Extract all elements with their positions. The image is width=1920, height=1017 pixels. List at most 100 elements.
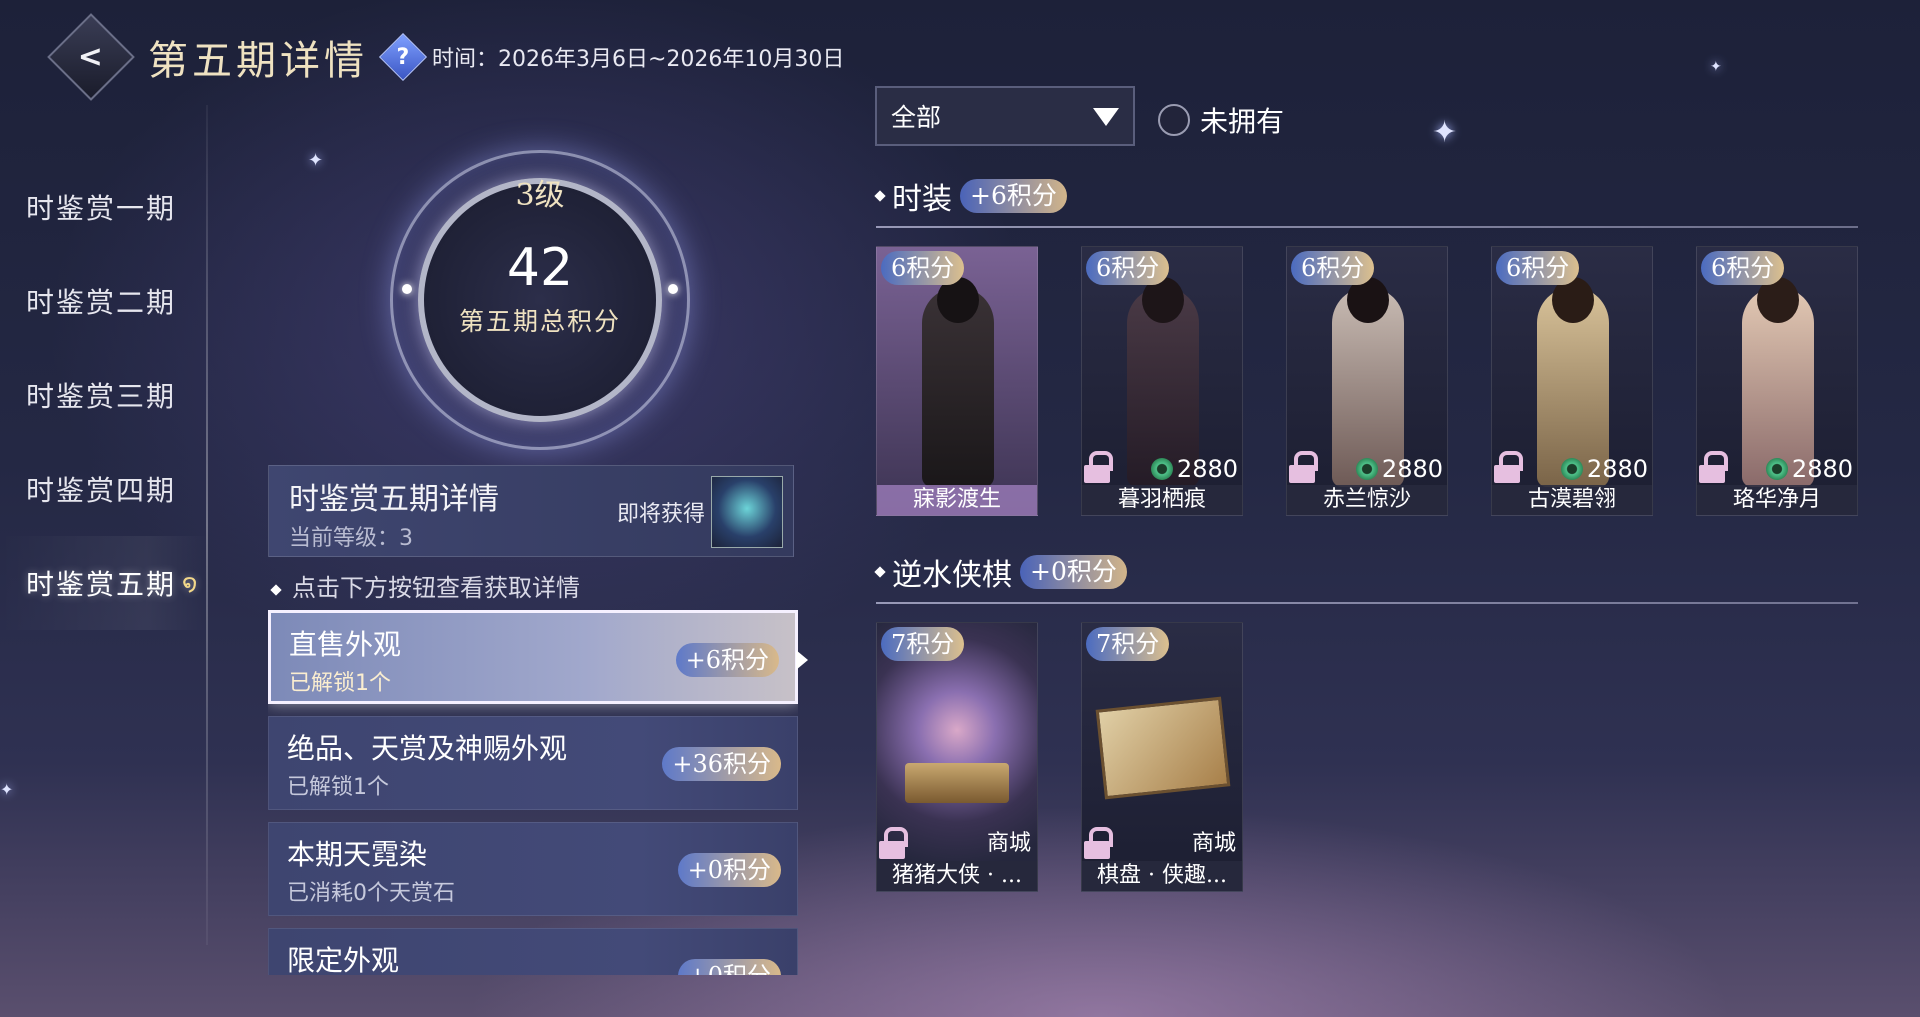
- price-value: 2880: [1381, 455, 1443, 483]
- item-name: 寐影渡生: [877, 485, 1037, 515]
- item-points-badge: 7积分: [1086, 627, 1170, 661]
- not-owned-toggle[interactable]: 未拥有: [1158, 100, 1284, 140]
- diamond-bullet-icon: [270, 583, 282, 596]
- total-score: 42: [506, 238, 574, 298]
- shop-source: 商城: [1191, 831, 1236, 856]
- hint-text: 点击下方按钮查看获取详情: [270, 568, 580, 603]
- item-name: 赤兰惊沙: [1287, 485, 1447, 515]
- item-price: 2880: [1355, 455, 1443, 483]
- source-title: 直售外观: [289, 628, 402, 661]
- period-time: 时间：2026年3月6日~2026年10月30日: [432, 47, 845, 72]
- level-label: 3级: [515, 178, 565, 213]
- season-detail-card[interactable]: 时鉴赏五期详情 当前等级：3 即将获得: [268, 465, 794, 557]
- source-item-limited[interactable]: 限定外观 +0积分: [268, 928, 798, 975]
- radio-icon[interactable]: [1158, 104, 1190, 136]
- item-points-badge: 6积分: [1291, 251, 1375, 285]
- diamond-bullet-icon: [874, 190, 886, 202]
- chessboard-shape: [1095, 696, 1231, 800]
- jade-currency-icon: [1765, 458, 1788, 480]
- price-value: 2880: [1586, 455, 1648, 483]
- category-filter-select[interactable]: 全部: [875, 86, 1135, 146]
- nav-item-season-2[interactable]: 时鉴赏二期: [0, 254, 210, 348]
- nav-item-season-3[interactable]: 时鉴赏三期: [0, 348, 210, 442]
- item-name: 珞华净月: [1697, 485, 1857, 515]
- nav-item-label: 时鉴赏三期: [26, 380, 177, 413]
- nav-item-season-1[interactable]: 时鉴赏一期: [0, 160, 210, 254]
- lock-icon: [1289, 451, 1318, 483]
- filter-selected-value: 全部: [891, 103, 942, 132]
- item-card[interactable]: 6积分 2880 珞华净月: [1696, 246, 1858, 516]
- section-divider: [876, 602, 1858, 604]
- item-card[interactable]: 6积分 2880 赤兰惊沙: [1286, 246, 1448, 516]
- points-badge: +0积分: [677, 853, 781, 887]
- nav-item-label: 时鉴赏五期: [26, 568, 177, 601]
- lock-icon: [1699, 451, 1728, 483]
- lock-icon: [1084, 451, 1113, 483]
- points-badge: +36积分: [662, 747, 781, 781]
- chest-shape: [905, 763, 1009, 803]
- nav-item-label: 时鉴赏二期: [26, 286, 177, 319]
- source-title: 本期天霓染: [287, 838, 428, 871]
- section-header-chess: 逆水侠棋 +0积分: [874, 550, 1127, 594]
- source-sub: 已消耗0个天赏石: [287, 881, 455, 906]
- shop-source: 商城: [986, 831, 1031, 856]
- item-name: 棋盘 · 侠趣...: [1082, 861, 1242, 891]
- nav-item-season-5[interactable]: 时鉴赏五期໑: [0, 536, 210, 630]
- item-name: 猪猪大侠 · ...: [877, 861, 1037, 891]
- source-title: 绝品、天赏及神赐外观: [287, 732, 568, 765]
- source-item-direct-sale[interactable]: 直售外观 已解锁1个 +6积分: [268, 610, 798, 704]
- item-price: 2880: [1150, 455, 1238, 483]
- nav-item-label: 时鉴赏一期: [26, 192, 177, 225]
- source-item-premium[interactable]: 绝品、天赏及神赐外观 已解锁1个 +36积分: [268, 716, 798, 810]
- points-source-list[interactable]: 直售外观 已解锁1个 +6积分 绝品、天赏及神赐外观 已解锁1个 +36积分 本…: [268, 610, 798, 975]
- hint-label: 点击下方按钮查看获取详情: [292, 574, 580, 602]
- section-title: 逆水侠棋: [892, 558, 1012, 593]
- upcoming-reward-label: 即将获得: [616, 502, 705, 527]
- item-points-badge: 7积分: [881, 627, 965, 661]
- lock-icon: [1494, 451, 1523, 483]
- star-decoration: ✦: [1710, 59, 1722, 75]
- page-title: 第五期详情: [148, 38, 368, 84]
- chevron-down-icon: [1093, 108, 1119, 126]
- star-decoration: ✦: [308, 150, 324, 171]
- upcoming-reward-thumbnail[interactable]: [711, 476, 783, 548]
- diamond-bullet-icon: [874, 566, 886, 578]
- inner-ring: [418, 178, 662, 422]
- season-nav: 时鉴赏一期 时鉴赏二期 时鉴赏三期 时鉴赏四期 时鉴赏五期໑: [0, 160, 210, 630]
- nav-item-season-4[interactable]: 时鉴赏四期: [0, 442, 210, 536]
- item-points-badge: 6积分: [1701, 251, 1785, 285]
- item-card[interactable]: 7积分 商城 猪猪大侠 · ...: [876, 622, 1038, 892]
- fashion-card-row: 6积分 寐影渡生 6积分 2880 暮羽栖痕 6积分 2880 赤兰惊沙 6积分…: [876, 246, 1858, 516]
- item-card[interactable]: 6积分 寐影渡生: [876, 246, 1038, 516]
- item-card[interactable]: 7积分 商城 棋盘 · 侠趣...: [1081, 622, 1243, 892]
- item-points-badge: 6积分: [1086, 251, 1170, 285]
- source-item-dye[interactable]: 本期天霓染 已消耗0个天赏石 +0积分: [268, 822, 798, 916]
- points-badge: +6积分: [675, 643, 779, 677]
- item-points-badge: 6积分: [881, 251, 965, 285]
- star-decoration: ✦: [1432, 115, 1458, 150]
- back-button[interactable]: <: [47, 13, 135, 101]
- source-sub: 已解锁1个: [289, 671, 391, 696]
- jade-currency-icon: [1560, 458, 1583, 480]
- item-name: 古漠碧翎: [1492, 485, 1652, 515]
- price-value: 2880: [1791, 455, 1853, 483]
- item-price: 2880: [1765, 455, 1853, 483]
- header: < 第五期详情 ? 时间：2026年3月6日~2026年10月30日: [47, 13, 845, 101]
- item-card[interactable]: 6积分 2880 古漠碧翎: [1491, 246, 1653, 516]
- source-title: 限定外观: [287, 944, 400, 975]
- season-card-title: 时鉴赏五期详情: [289, 482, 499, 517]
- help-icon[interactable]: ?: [378, 32, 428, 82]
- section-header-fashion: 时装 +6积分: [874, 174, 1067, 218]
- points-badge: +0积分: [677, 959, 781, 975]
- item-card[interactable]: 6积分 2880 暮羽栖痕: [1081, 246, 1243, 516]
- back-arrow-icon: <: [78, 39, 104, 75]
- section-divider: [876, 226, 1858, 228]
- swirl-icon: ໑: [182, 569, 200, 597]
- chess-card-row: 7积分 商城 猪猪大侠 · ... 7积分 商城 棋盘 · 侠趣...: [876, 622, 1286, 892]
- section-title: 时装: [892, 182, 952, 217]
- section-points-badge: +0积分: [1020, 555, 1127, 589]
- source-sub: 已解锁1个: [287, 775, 389, 800]
- jade-currency-icon: [1150, 458, 1173, 480]
- item-points-badge: 6积分: [1496, 251, 1580, 285]
- star-decoration: ✦: [0, 780, 14, 799]
